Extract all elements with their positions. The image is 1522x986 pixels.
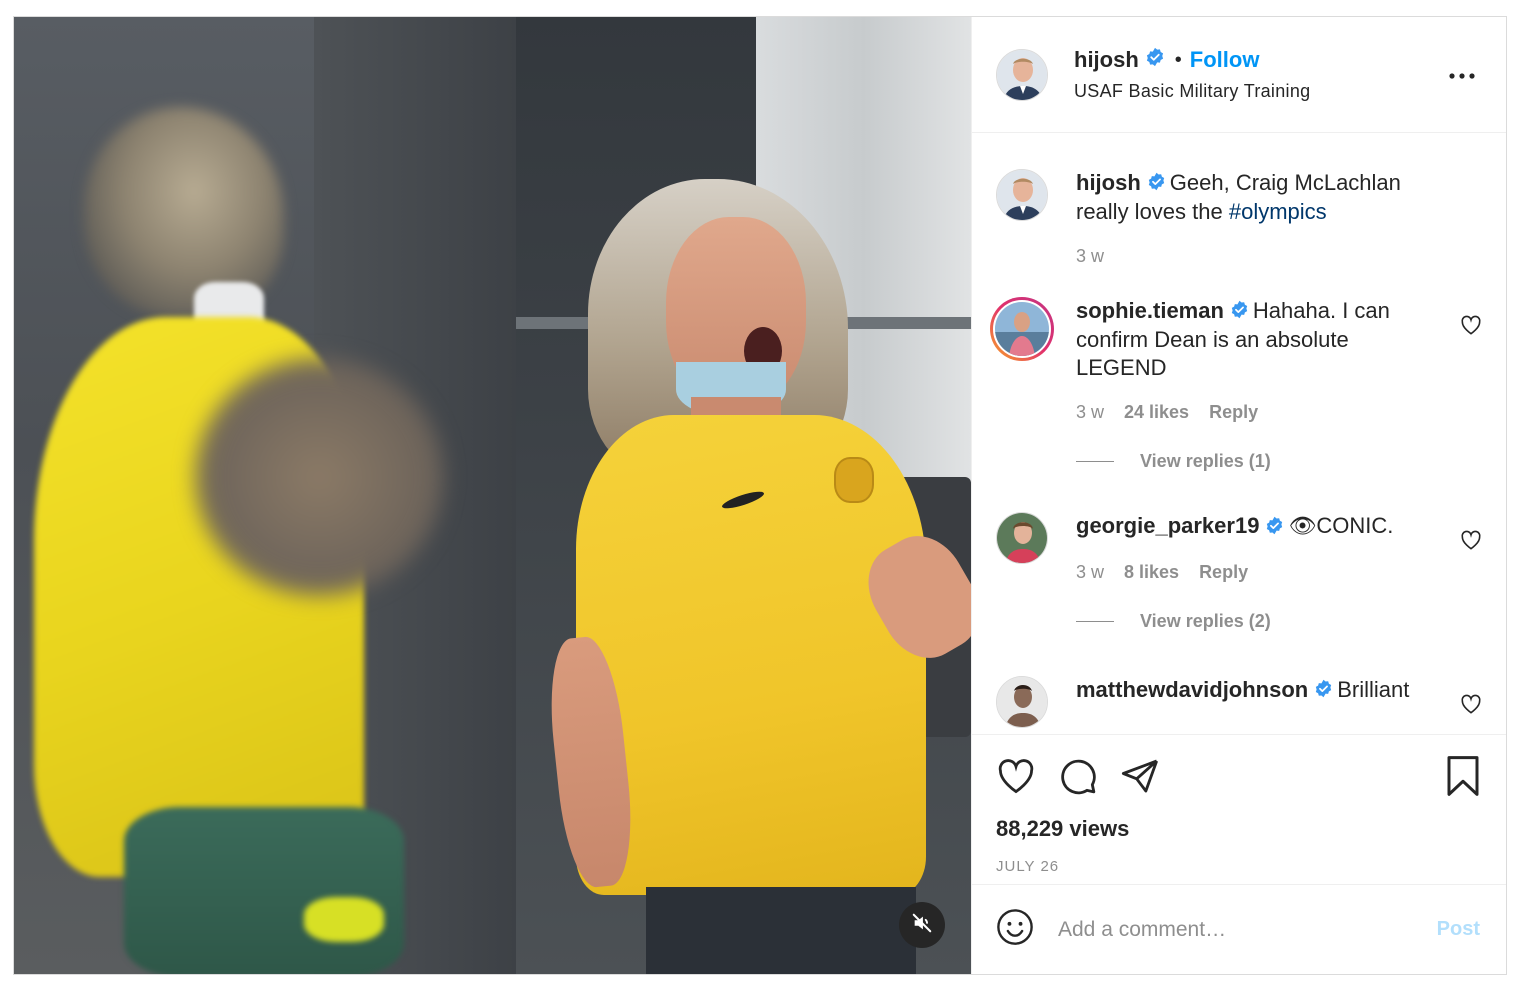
- comment-heart-icon[interactable]: [1460, 315, 1482, 340]
- comment-body: Brilliant: [1337, 676, 1410, 702]
- commenter-username[interactable]: georgie_parker19: [1076, 513, 1259, 538]
- verified-icon: [1265, 514, 1284, 542]
- comments-list[interactable]: hijosh Geeh, Craig McLachlan really loves…: [972, 133, 1506, 734]
- view-replies-button[interactable]: View replies (2): [1076, 611, 1438, 632]
- reply-button[interactable]: Reply: [1209, 402, 1258, 423]
- comment-heart-icon[interactable]: [1460, 530, 1482, 555]
- views-count[interactable]: 88,229 views: [996, 816, 1482, 842]
- post-comment-button[interactable]: Post: [1437, 918, 1480, 941]
- video-frame-right: [516, 17, 971, 974]
- post-header: hijosh • Follow USAF Basic Military Trai…: [972, 17, 1506, 133]
- comment-icon[interactable]: [1058, 756, 1098, 801]
- comment-input[interactable]: [1058, 917, 1437, 942]
- post-video[interactable]: [14, 17, 971, 974]
- view-replies-button[interactable]: View replies (1): [1076, 451, 1438, 472]
- mute-button[interactable]: [899, 902, 945, 948]
- add-comment-bar: Post: [972, 884, 1506, 974]
- share-icon[interactable]: [1120, 756, 1160, 801]
- replies-divider: [1076, 620, 1114, 622]
- video-frame-left: [14, 17, 516, 974]
- author-username[interactable]: hijosh: [1074, 47, 1139, 73]
- follow-button[interactable]: Follow: [1190, 47, 1260, 73]
- commenter-username[interactable]: sophie.tieman: [1076, 298, 1224, 323]
- verified-icon: [1230, 298, 1249, 326]
- view-replies-label: View replies (2): [1140, 610, 1271, 631]
- hashtag-link[interactable]: #olympics: [1229, 199, 1327, 224]
- heart-icon[interactable]: [996, 758, 1036, 799]
- commenter-username[interactable]: matthewdavidjohnson: [1076, 677, 1308, 702]
- verified-icon: [1147, 170, 1166, 198]
- comment-body: 👁CONIC.: [1288, 513, 1394, 539]
- comment-heart-icon[interactable]: [1460, 694, 1482, 719]
- commenter-avatar: [993, 300, 1051, 359]
- comment-time[interactable]: 3 w: [1076, 562, 1104, 583]
- smile-icon[interactable]: [996, 908, 1034, 951]
- post-side-panel: hijosh • Follow USAF Basic Military Trai…: [971, 17, 1506, 974]
- verified-icon: [1145, 47, 1165, 73]
- verified-icon: [1314, 677, 1333, 705]
- comment-meta: 3 w 8 likes Reply: [1076, 562, 1438, 583]
- caption-avatar[interactable]: [996, 169, 1048, 221]
- separator-dot: •: [1174, 48, 1182, 71]
- commenter-avatar[interactable]: [996, 675, 1048, 728]
- more-options-button[interactable]: [1442, 55, 1482, 95]
- comment-time[interactable]: 3 w: [1076, 402, 1104, 423]
- story-ring[interactable]: [990, 297, 1054, 362]
- bookmark-icon[interactable]: [1444, 755, 1482, 802]
- view-replies-label: View replies (1): [1140, 451, 1271, 472]
- post-date[interactable]: JULY 26: [996, 858, 1482, 875]
- comment-likes[interactable]: 24 likes: [1124, 402, 1189, 423]
- author-info: hijosh • Follow USAF Basic Military Trai…: [1074, 47, 1442, 102]
- caption-row: hijosh Geeh, Craig McLachlan really loves…: [996, 169, 1482, 267]
- comment-text: sophie.tieman Hahaha. I can confirm Dean …: [1076, 297, 1438, 382]
- comment-text: georgie_parker19 👁CONIC.: [1076, 512, 1438, 541]
- reply-button[interactable]: Reply: [1199, 562, 1248, 583]
- post-container: hijosh • Follow USAF Basic Military Trai…: [13, 16, 1507, 975]
- mute-icon: [911, 912, 933, 939]
- post-location[interactable]: USAF Basic Military Training: [1074, 81, 1442, 102]
- caption-text: hijosh Geeh, Craig McLachlan really loves…: [1076, 169, 1438, 226]
- commenter-avatar[interactable]: [996, 512, 1048, 565]
- caption-meta: 3 w: [1076, 246, 1438, 267]
- post-actions: 88,229 views JULY 26: [972, 734, 1506, 884]
- more-icon: [1449, 66, 1475, 84]
- author-avatar[interactable]: [996, 48, 1048, 101]
- comment-row: matthewdavidjohnson Brilliant: [996, 675, 1482, 728]
- caption-time[interactable]: 3 w: [1076, 246, 1104, 267]
- comment-likes[interactable]: 8 likes: [1124, 562, 1179, 583]
- comment-row: sophie.tieman Hahaha. I can confirm Dean …: [990, 297, 1482, 472]
- replies-divider: [1076, 461, 1114, 463]
- caption-username[interactable]: hijosh: [1076, 170, 1141, 195]
- action-bar: [996, 755, 1482, 802]
- comment-row: georgie_parker19 👁CONIC. 3 w 8 likes Repl…: [996, 512, 1482, 631]
- comment-meta: 3 w 24 likes Reply: [1076, 402, 1438, 423]
- comment-text: matthewdavidjohnson Brilliant: [1076, 676, 1438, 705]
